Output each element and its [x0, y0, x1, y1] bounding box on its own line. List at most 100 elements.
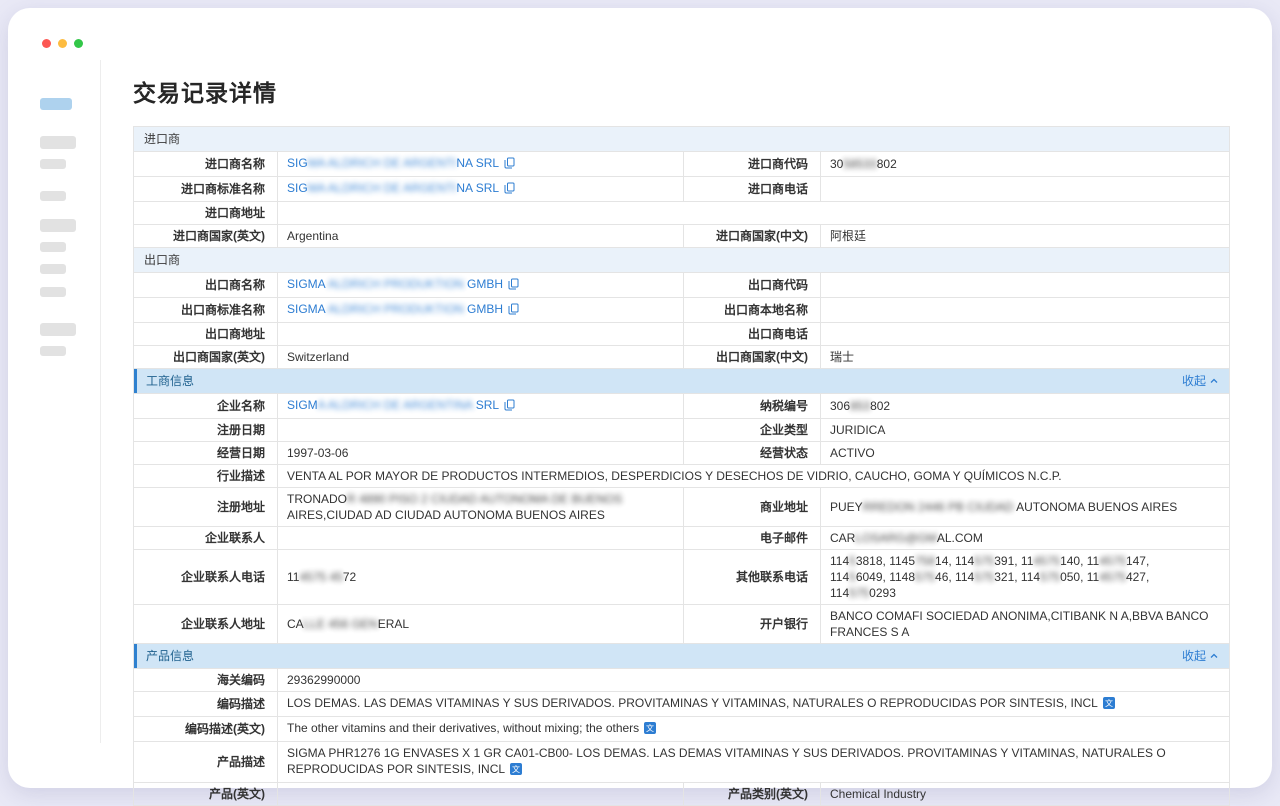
email-value: CARLOSARG@GMAL.COM	[821, 527, 1230, 550]
exporter-std-name-link[interactable]: SIGMA ALDRICH PRODUKTION GMBH	[287, 302, 503, 316]
product-desc-value: SIGMA PHR1276 1G ENVASES X 1 GR CA01-CB0…	[287, 746, 1166, 776]
nav-skeleton-bar	[40, 264, 66, 274]
code-desc-en-label: 编码描述(英文)	[134, 717, 278, 742]
table-row: 产品(英文) 产品类别(英文) Chemical Industry	[134, 783, 1230, 806]
importer-address-label: 进口商地址	[134, 202, 278, 225]
importer-phone-label: 进口商电话	[684, 177, 821, 202]
contact-value	[278, 527, 684, 550]
table-row: 行业描述 VENTA AL POR MAYOR DE PRODUCTOS INT…	[134, 465, 1230, 488]
exporter-code-value	[821, 273, 1230, 298]
table-row: 企业联系人地址 CALLE 456 GENERAL 开户银行 BANCO COM…	[134, 605, 1230, 644]
svg-text:文: 文	[1105, 698, 1113, 708]
company-name-link[interactable]: SIGMA ALDRICH DE ARGENTINA SRL	[287, 398, 499, 412]
exporter-std-name-cell: SIGMA ALDRICH PRODUKTION GMBH	[278, 298, 684, 323]
maximize-window-button[interactable]	[74, 39, 83, 48]
importer-code-value: 3058533802	[821, 152, 1230, 177]
sidebar-nav-skeleton	[40, 98, 94, 398]
table-row: 进口商国家(英文) Argentina 进口商国家(中文) 阿根廷	[134, 225, 1230, 248]
importer-name-cell: SIGMA ALDRICH DE ARGENTINA SRL	[278, 152, 684, 177]
table-row: 出口商国家(英文) Switzerland 出口商国家(中文) 瑞士	[134, 346, 1230, 369]
importer-phone-value	[821, 177, 1230, 202]
trade-record-table: 进口商 进口商名称 SIGMA ALDRICH DE ARGENTINA SRL…	[133, 126, 1230, 806]
nav-skeleton-bar	[40, 323, 76, 336]
importer-country-cn-value: 阿根廷	[821, 225, 1230, 248]
section-title-business: 工商信息	[146, 373, 194, 389]
contact-phone-value: 114575 4572	[278, 550, 684, 605]
importer-country-en-label: 进口商国家(英文)	[134, 225, 278, 248]
contact-label: 企业联系人	[134, 527, 278, 550]
company-type-label: 企业类型	[684, 419, 821, 442]
table-row: 企业名称 SIGMA ALDRICH DE ARGENTINA SRL 纳税编号…	[134, 394, 1230, 419]
close-window-button[interactable]	[42, 39, 51, 48]
op-status-label: 经营状态	[684, 442, 821, 465]
copy-icon[interactable]	[504, 182, 515, 198]
exporter-address-value	[278, 323, 684, 346]
minimize-window-button[interactable]	[58, 39, 67, 48]
chevron-up-icon	[1209, 651, 1219, 661]
nav-skeleton-bar	[40, 136, 76, 149]
translate-icon[interactable]: 文	[510, 763, 522, 779]
reg-addr-label: 注册地址	[134, 488, 278, 527]
translate-icon[interactable]: 文	[1103, 697, 1115, 713]
main-content: 交易记录详情 进口商 进口商名称 SIGMA ALDRICH DE ARGENT…	[133, 60, 1230, 806]
exporter-name-link[interactable]: SIGMA ALDRICH PRODUKTION GMBH	[287, 277, 503, 291]
category-en-value: Chemical Industry	[821, 783, 1230, 806]
email-label: 电子邮件	[684, 527, 821, 550]
browser-window: 交易记录详情 进口商 进口商名称 SIGMA ALDRICH DE ARGENT…	[8, 8, 1272, 788]
section-header-product: 产品信息 收起	[134, 644, 1230, 669]
importer-std-name-link[interactable]: SIGMA ALDRICH DE ARGENTINA SRL	[287, 181, 499, 195]
reg-date-label: 注册日期	[134, 419, 278, 442]
importer-country-cn-label: 进口商国家(中文)	[684, 225, 821, 248]
exporter-country-en-value: Switzerland	[278, 346, 684, 369]
sidebar-divider	[100, 60, 101, 743]
collapse-business-button[interactable]: 收起	[1182, 373, 1219, 389]
bank-label: 开户银行	[684, 605, 821, 644]
code-desc-cell: LOS DEMAS. LAS DEMAS VITAMINAS Y SUS DER…	[278, 692, 1230, 717]
product-en-label: 产品(英文)	[134, 783, 278, 806]
importer-address-value	[278, 202, 1230, 225]
company-type-value: JURIDICA	[821, 419, 1230, 442]
exporter-std-name-label: 出口商标准名称	[134, 298, 278, 323]
table-row: 注册地址 TRONADOR 4890 PISO 2 CIUDAD AUTONOM…	[134, 488, 1230, 527]
product-desc-cell: SIGMA PHR1276 1G ENVASES X 1 GR CA01-CB0…	[278, 742, 1230, 783]
exporter-country-cn-label: 出口商国家(中文)	[684, 346, 821, 369]
table-row: 进口商地址	[134, 202, 1230, 225]
biz-addr-label: 商业地址	[684, 488, 821, 527]
contact-addr-label: 企业联系人地址	[134, 605, 278, 644]
translate-icon[interactable]: 文	[644, 722, 656, 738]
importer-name-link[interactable]: SIGMA ALDRICH DE ARGENTINA SRL	[287, 156, 499, 170]
nav-skeleton-bar	[40, 159, 66, 169]
other-phone-value: 11453818, 114575814, 114575391, 11457514…	[821, 550, 1230, 605]
exporter-country-cn-value: 瑞士	[821, 346, 1230, 369]
reg-date-value	[278, 419, 684, 442]
tax-no-value: 306853802	[821, 394, 1230, 419]
nav-skeleton-bar	[40, 242, 66, 252]
copy-icon[interactable]	[504, 399, 515, 415]
importer-std-name-label: 进口商标准名称	[134, 177, 278, 202]
collapse-product-button[interactable]: 收起	[1182, 648, 1219, 664]
table-row: 海关编码 29362990000	[134, 669, 1230, 692]
importer-code-label: 进口商代码	[684, 152, 821, 177]
code-desc-label: 编码描述	[134, 692, 278, 717]
copy-icon[interactable]	[508, 278, 519, 294]
table-row: 进口商标准名称 SIGMA ALDRICH DE ARGENTINA SRL 进…	[134, 177, 1230, 202]
importer-country-en-value: Argentina	[278, 225, 684, 248]
window-controls	[42, 39, 83, 48]
table-row: 企业联系人 电子邮件 CARLOSARG@GMAL.COM	[134, 527, 1230, 550]
importer-name-label: 进口商名称	[134, 152, 278, 177]
code-desc-en-value: The other vitamins and their derivatives…	[287, 721, 639, 735]
exporter-name-label: 出口商名称	[134, 273, 278, 298]
section-accent-bar	[134, 369, 137, 393]
table-row: 编码描述 LOS DEMAS. LAS DEMAS VITAMINAS Y SU…	[134, 692, 1230, 717]
section-title-product: 产品信息	[146, 648, 194, 664]
copy-icon[interactable]	[508, 303, 519, 319]
hs-code-label: 海关编码	[134, 669, 278, 692]
nav-skeleton-bar	[40, 287, 66, 297]
copy-icon[interactable]	[504, 157, 515, 173]
section-header-exporter: 出口商	[134, 248, 1230, 273]
table-row: 企业联系人电话 114575 4572 其他联系电话 11453818, 114…	[134, 550, 1230, 605]
collapse-label: 收起	[1182, 648, 1206, 664]
section-title-importer: 进口商	[134, 127, 1230, 152]
nav-skeleton-bar	[40, 219, 76, 232]
exporter-phone-label: 出口商电话	[684, 323, 821, 346]
